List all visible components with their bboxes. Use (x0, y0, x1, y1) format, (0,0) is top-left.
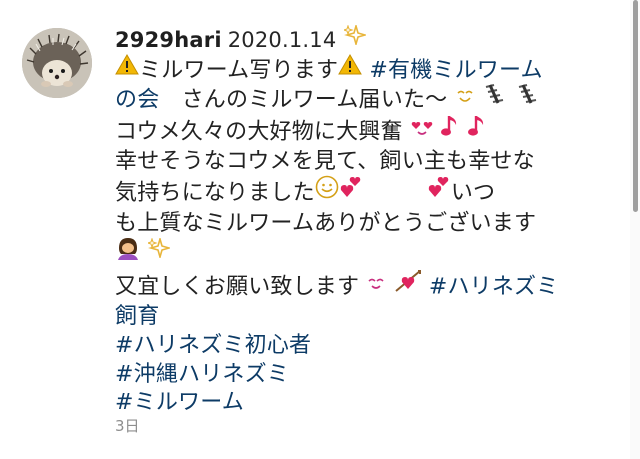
comment-line-12: #ミルワーム (115, 389, 610, 418)
comment-text: も上質なミルワームありがとうございます (115, 210, 537, 236)
post-date: 2020.1.14 (227, 28, 337, 52)
scrollbar-thumb[interactable] (633, 0, 638, 212)
warning-icon (115, 53, 139, 84)
comment-line-9: 飼育 (115, 303, 610, 332)
comment-line-11: #沖縄ハリネズミ (115, 361, 610, 390)
comment-text: ミルワーム写ります (139, 57, 339, 83)
comment-text: 幸せそうなコウメを見て、飼い主も幸せな (115, 149, 535, 175)
comment-text: 又宜しくお願い致します (115, 274, 360, 300)
comment-body: 2929hari 2020.1.14 ミルワーム写ります #有機ミルワーム の会 … (115, 22, 610, 418)
hashtag-link[interactable]: #ハリネズミ (429, 274, 559, 299)
comment-text: さんのミルワーム届いた〜 (159, 87, 448, 113)
username[interactable]: 2929hari (115, 28, 222, 52)
music-note-icon (468, 114, 488, 147)
hashtag-link[interactable]: #ミルワーム (115, 390, 244, 415)
hashtag-link[interactable]: #有機ミルワーム (369, 57, 542, 82)
comment-text: いつ (450, 180, 496, 206)
comment-line-5: 気持ちになりました いつ (115, 175, 610, 210)
scrollbar-track[interactable] (630, 0, 640, 459)
warning-icon (338, 53, 363, 84)
comment-line-4: 幸せそうなコウメを見て、飼い主も幸せな (115, 148, 610, 177)
caterpillar-icon (482, 83, 508, 114)
comment-line-1: ミルワーム写ります #有機ミルワーム (115, 53, 610, 86)
music-note-icon (441, 114, 461, 147)
sparkles-icon (341, 22, 368, 54)
hashtag-link[interactable]: #ハリネズミ初心者 (115, 333, 311, 358)
smile-icon (455, 84, 475, 113)
hashtag-link[interactable]: 飼育 (115, 304, 159, 329)
hashtag-link[interactable]: #沖縄ハリネズミ (115, 362, 289, 387)
caterpillar-icon (515, 83, 541, 114)
comment-meta: 2929hari 2020.1.14 (115, 22, 610, 56)
comment-line-8: 又宜しくお願い致します #ハリネズミ (115, 269, 610, 304)
comment-text: コウメ久々の大好物に大興奮 (115, 119, 403, 145)
blush-icon (366, 271, 386, 300)
bowing-woman-icon (115, 236, 141, 269)
heart-arrow-icon (394, 269, 422, 302)
hedgehog-photo (22, 28, 92, 98)
hashtag-link[interactable]: の会 (115, 87, 159, 112)
heart-eyes-icon (410, 116, 434, 145)
comment-text: 気持ちになりました (115, 180, 315, 206)
avatar[interactable] (22, 28, 92, 98)
double-heart-icon (339, 176, 363, 207)
comment-line-3: コウメ久々の大好物に大興奮 (115, 114, 610, 149)
double-heart-icon (427, 176, 451, 207)
slightly-smiling-icon (315, 175, 339, 208)
comment-line-10: #ハリネズミ初心者 (115, 332, 610, 361)
relative-timestamp: 3日 (115, 417, 140, 435)
comment-line-2: の会 さんのミルワーム届いた〜 (115, 83, 610, 116)
comment-line-6: も上質なミルワームありがとうございます (115, 210, 610, 239)
comment-line-7 (115, 236, 610, 271)
sparkles-icon (146, 236, 173, 267)
